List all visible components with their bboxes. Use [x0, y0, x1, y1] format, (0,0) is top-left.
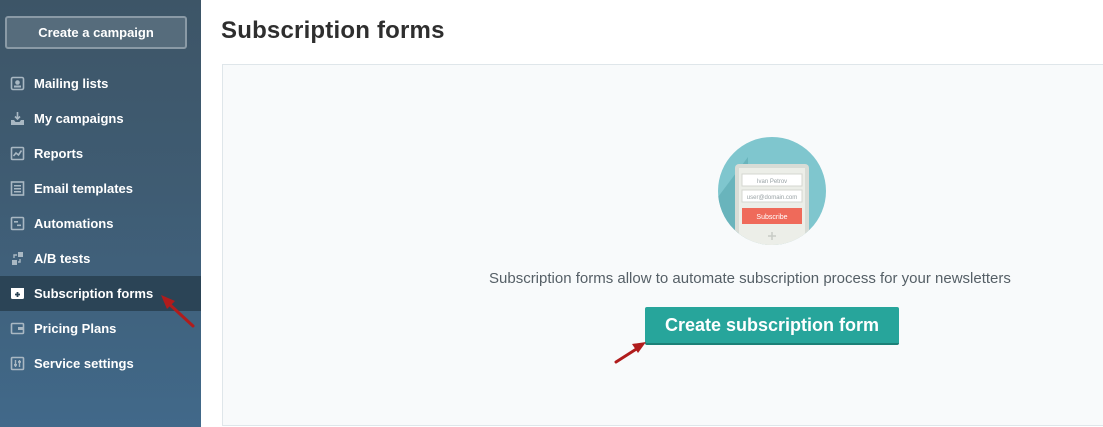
annotation-arrow-icon	[614, 342, 646, 364]
page-title: Subscription forms	[221, 17, 445, 44]
subscription-forms-icon	[10, 286, 25, 301]
sidebar-item-label: A/B tests	[34, 251, 91, 266]
ab-tests-icon	[10, 251, 25, 266]
create-subscription-form-button[interactable]: Create subscription form	[645, 307, 899, 345]
create-campaign-button[interactable]: Create a campaign	[5, 16, 187, 49]
sidebar-item-label: Reports	[34, 146, 84, 161]
svg-text:user@domain.com: user@domain.com	[747, 195, 797, 201]
subscription-form-illustration: Ivan Petrov user@domain.com Subscribe	[718, 137, 826, 245]
sidebar-item-label: Pricing Plans	[34, 321, 117, 336]
sidebar-item-service-settings[interactable]: Service settings	[0, 346, 201, 381]
automations-icon	[10, 216, 25, 231]
templates-icon	[10, 181, 25, 196]
settings-icon	[10, 356, 25, 371]
sidebar-item-mailing-lists[interactable]: Mailing lists	[0, 66, 201, 101]
sidebar-item-label: My campaigns	[34, 111, 124, 126]
sidebar-item-label: Automations	[34, 216, 114, 231]
empty-state-panel	[222, 64, 1103, 426]
sidebar-item-label: Subscription forms	[34, 286, 154, 301]
svg-text:Ivan Petrov: Ivan Petrov	[757, 179, 787, 185]
sidebar-item-label: Mailing lists	[34, 76, 109, 91]
pricing-icon	[10, 321, 25, 336]
sidebar-item-reports[interactable]: Reports	[0, 136, 201, 171]
annotation-arrow-icon	[161, 295, 195, 328]
mailing-lists-icon	[10, 76, 25, 91]
sidebar-item-my-campaigns[interactable]: My campaigns	[0, 101, 201, 136]
svg-text:Subscribe: Subscribe	[756, 214, 787, 221]
empty-state-description: Subscription forms allow to automate sub…	[489, 270, 1011, 287]
sidebar-item-ab-tests[interactable]: A/B tests	[0, 241, 201, 276]
campaigns-icon	[10, 111, 25, 126]
sidebar-item-automations[interactable]: Automations	[0, 206, 201, 241]
sidebar: Create a campaign Mailing lists My campa…	[0, 0, 201, 427]
reports-icon	[10, 146, 25, 161]
sidebar-item-email-templates[interactable]: Email templates	[0, 171, 201, 206]
sidebar-item-label: Service settings	[34, 356, 134, 371]
sidebar-item-label: Email templates	[34, 181, 133, 196]
